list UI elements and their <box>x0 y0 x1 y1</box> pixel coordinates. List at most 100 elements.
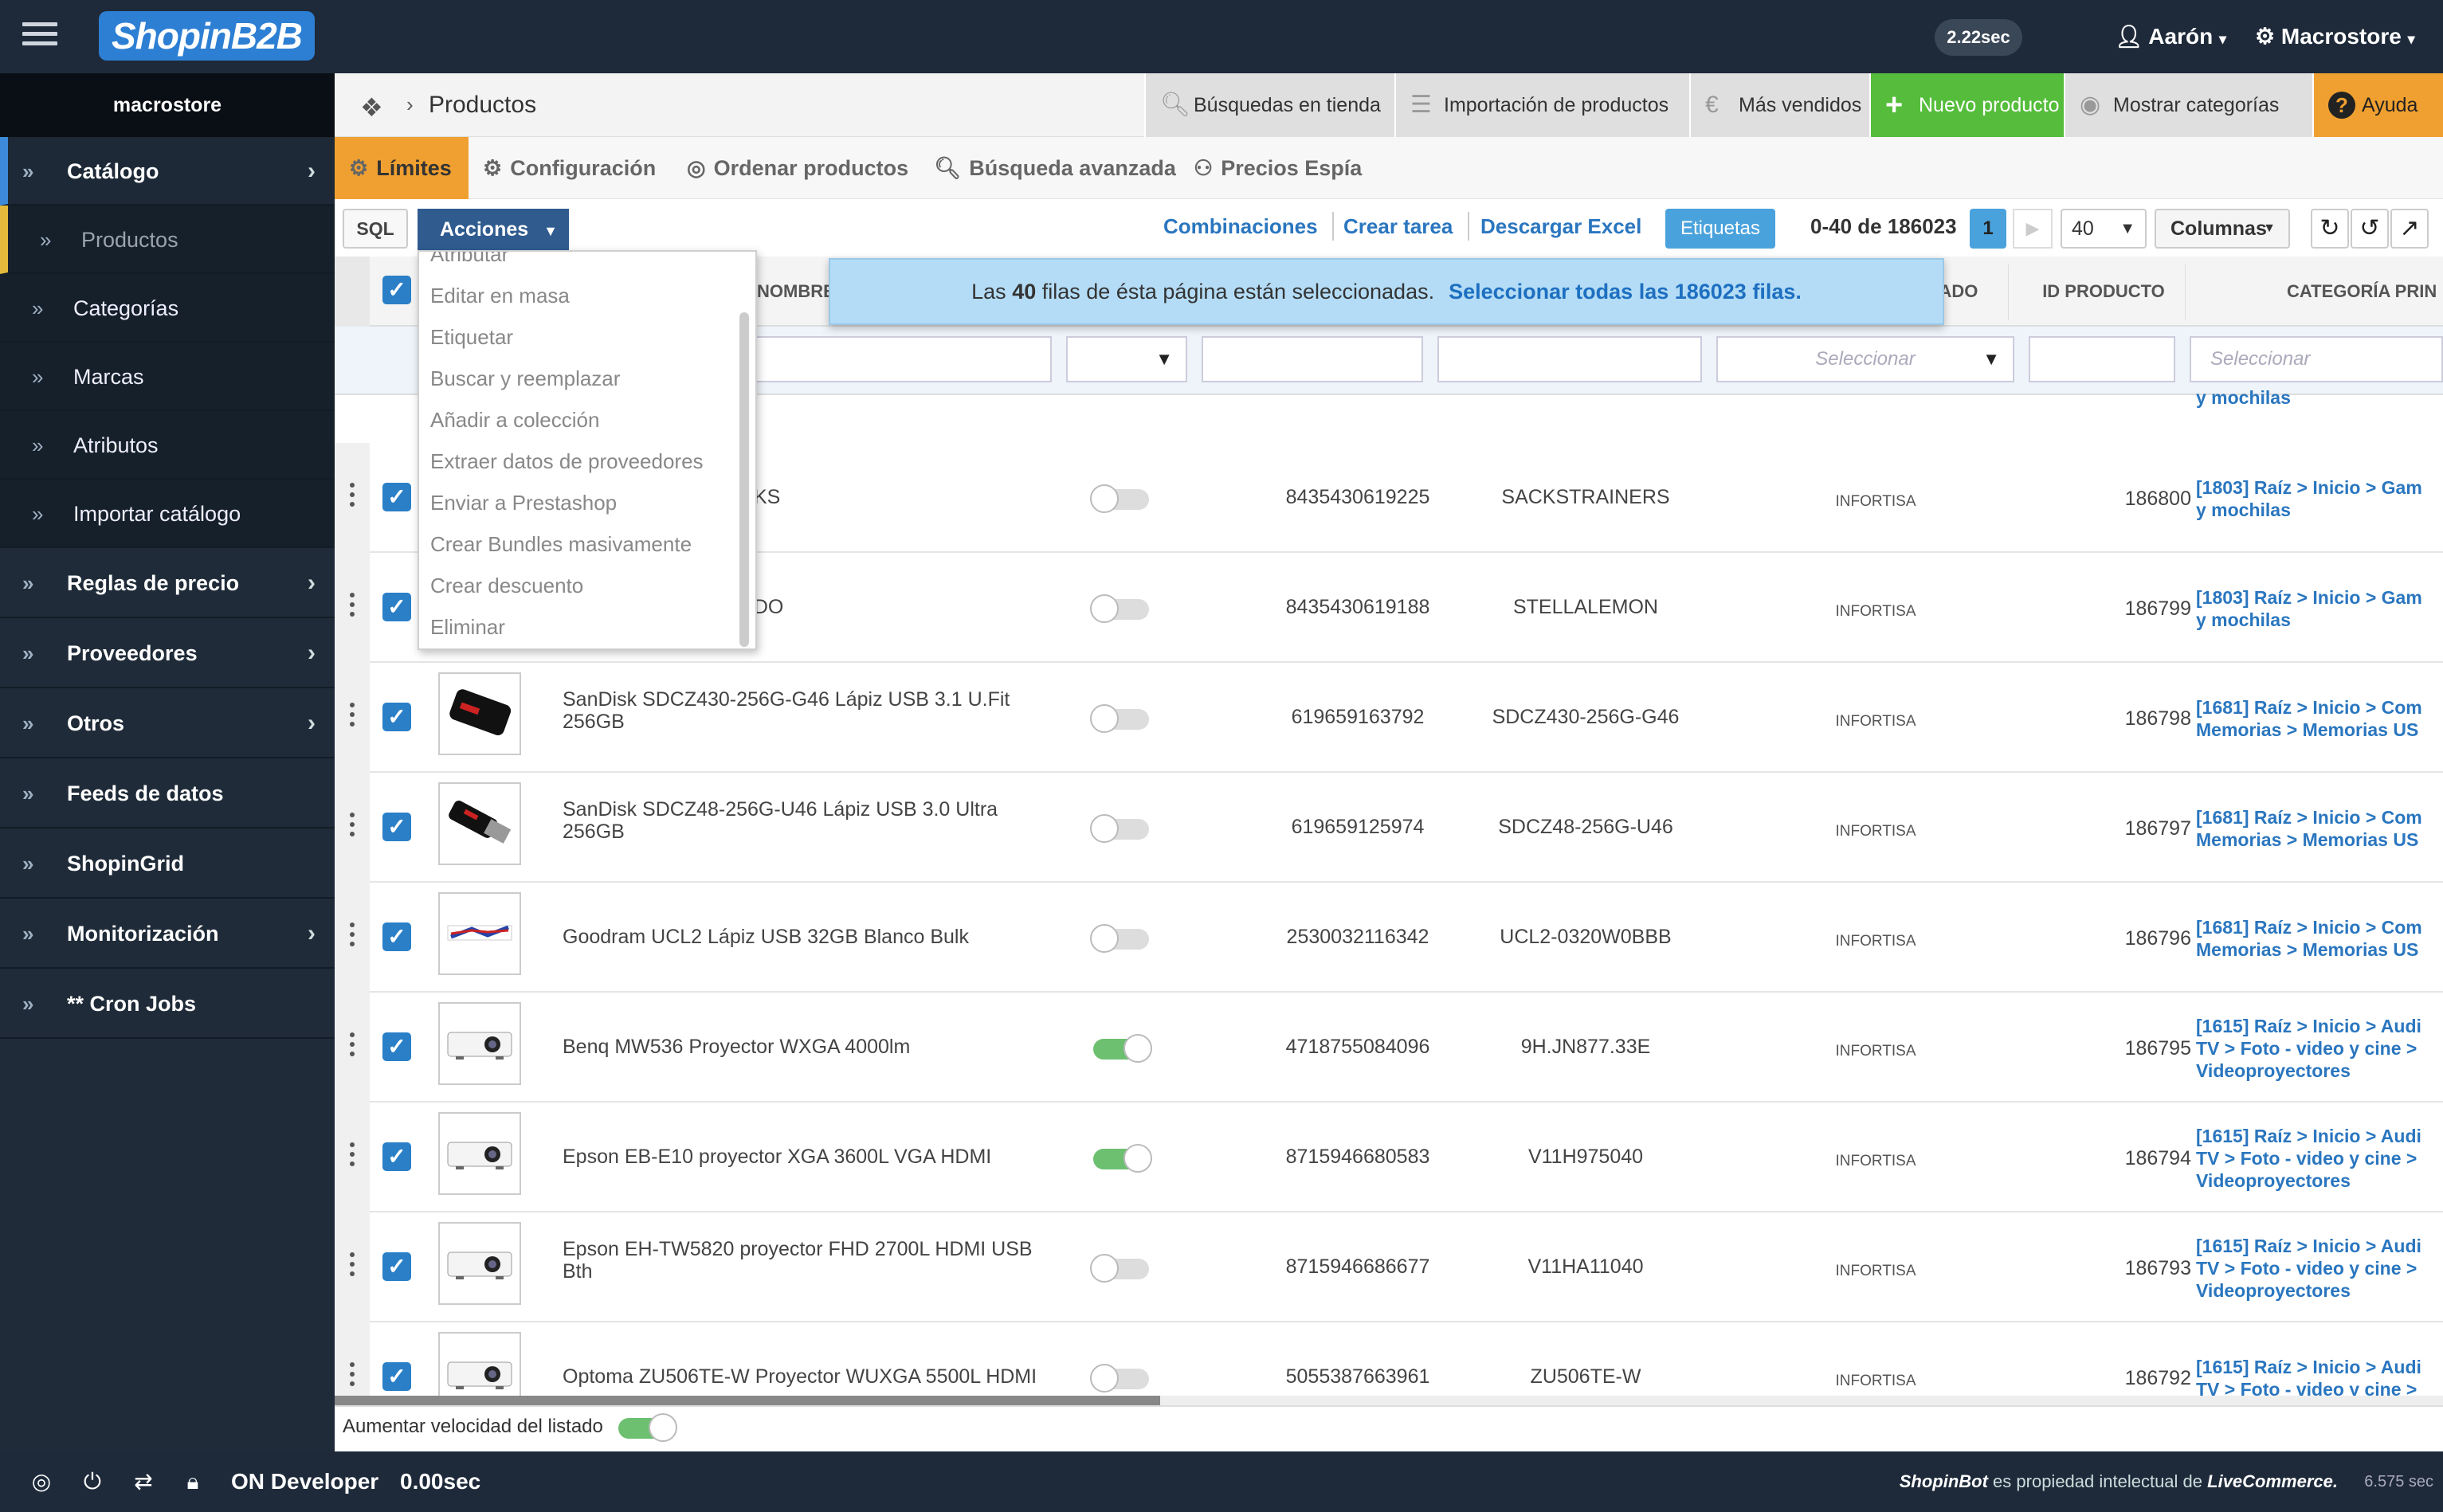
category-link[interactable]: [1615] Raíz > Inicio > Audi TV > Foto - v… <box>2196 1356 2443 1400</box>
sidebar-item[interactable]: » Monitorización › <box>0 899 335 969</box>
drag-handle-icon[interactable] <box>335 663 370 773</box>
app-logo[interactable]: ShopinB2B <box>99 11 315 61</box>
next-page-icon[interactable]: ▶ <box>2013 209 2053 249</box>
mas-vendidos-button[interactable]: € Más vendidos <box>1689 73 1869 137</box>
select-all-rows-link[interactable]: Seleccionar todas las 186023 filas. <box>1449 280 1802 304</box>
row-checkbox[interactable]: ✓ <box>382 922 411 951</box>
dropdown-item[interactable]: Crear descuento <box>430 572 583 599</box>
row-checkbox[interactable]: ✓ <box>382 813 411 841</box>
globe-icon[interactable]: ◎ <box>29 1469 54 1494</box>
sidebar-item[interactable]: » Importar catálogo <box>0 480 335 548</box>
row-checkbox[interactable]: ✓ <box>382 1362 411 1391</box>
columnas-dropdown-button[interactable]: Columnas ▼ <box>2155 209 2290 249</box>
hamburger-menu-icon[interactable] <box>22 22 57 51</box>
user-menu[interactable]: 👤︎ Aarón ▾ <box>2115 19 2226 57</box>
column-header-categoria[interactable]: CATEGORÍA PRIN <box>2287 257 2443 327</box>
drag-handle-icon[interactable] <box>335 1212 370 1322</box>
sidebar-item[interactable]: » Catálogo › <box>0 137 335 206</box>
mostrar-categorias-button[interactable]: ◉ Mostrar categorías <box>2064 73 2312 137</box>
sidebar-item[interactable]: » Reglas de precio › <box>0 548 335 618</box>
exchange-icon[interactable]: ⇄ <box>131 1469 156 1494</box>
table-row[interactable]: ✓ Epson EH-TW5820 proyector FHD 2700L HDM… <box>335 1212 2443 1322</box>
dropdown-item[interactable]: Editar en masa <box>430 282 570 309</box>
category-link[interactable]: [1681] Raíz > Inicio > Com Memorias > Mem… <box>2196 696 2443 741</box>
category-link[interactable]: [1803] Raíz > Inicio > Gam y mochilas <box>2196 476 2443 521</box>
drag-handle-icon[interactable] <box>335 773 370 883</box>
dropdown-item[interactable]: Etiquetar <box>430 323 513 351</box>
row-checkbox[interactable]: ✓ <box>382 593 411 621</box>
tab-configuracion[interactable]: ⚙ Configuración <box>483 137 656 199</box>
combinaciones-link[interactable]: Combinaciones <box>1163 210 1318 242</box>
sql-button[interactable]: SQL <box>343 209 408 249</box>
dropdown-item[interactable]: Buscar y reemplazar <box>430 365 620 392</box>
product-name[interactable]: Epson EH-TW5820 proyector FHD 2700L HDMI… <box>563 1238 1041 1283</box>
active-toggle[interactable] <box>1093 1144 1152 1173</box>
table-row[interactable]: ✓ Benq MW536 Proyector WXGA 4000lm 4718755… <box>335 993 2443 1103</box>
sidebar-item[interactable]: » Feeds de datos <box>0 758 335 828</box>
active-toggle[interactable] <box>1090 1254 1149 1283</box>
tab-busqueda-avanzada[interactable]: 🔍︎ Búsqueda avanzada <box>934 137 1176 199</box>
dropdown-item[interactable]: Crear Bundles masivamente <box>430 531 692 558</box>
tab-precios-espia[interactable]: ⚇ Precios Espía <box>1194 137 1362 199</box>
crear-tarea-link[interactable]: Crear tarea <box>1343 210 1453 242</box>
ayuda-button[interactable]: ? Ayuda <box>2312 73 2443 137</box>
product-name[interactable]: SanDisk SDCZ430-256G-G46 Lápiz USB 3.1 U… <box>563 688 1041 733</box>
category-link[interactable]: [1615] Raíz > Inicio > Audi TV > Foto - v… <box>2196 1125 2443 1192</box>
sidebar-item[interactable]: » Proveedores › <box>0 618 335 688</box>
drag-handle-icon[interactable] <box>335 443 370 553</box>
category-link[interactable]: y mochilas <box>2196 387 2291 408</box>
nombre-filter-input[interactable] <box>752 336 1052 382</box>
product-name[interactable]: Benq MW536 Proyector WXGA 4000lm <box>563 1036 1041 1058</box>
row-checkbox[interactable]: ✓ <box>382 703 411 731</box>
tab-limites[interactable]: ⚙ Límites <box>335 137 469 199</box>
active-toggle[interactable] <box>1090 704 1149 733</box>
page-1-button[interactable]: 1 <box>1970 209 2006 249</box>
category-link[interactable]: [1803] Raíz > Inicio > Gam y mochilas <box>2196 586 2443 631</box>
sidebar-item[interactable]: » ShopinGrid <box>0 828 335 899</box>
store-menu[interactable]: ⚙ Macrostore ▾ <box>2255 19 2415 57</box>
external-link-icon[interactable]: ↗ <box>2390 209 2429 249</box>
speed-toggle[interactable] <box>618 1413 677 1442</box>
referencia-filter-input[interactable] <box>1437 336 1702 382</box>
categoria-filter-select[interactable]: Seleccionar <box>2190 336 2443 382</box>
id-filter-input[interactable] <box>2029 336 2175 382</box>
sidebar-item[interactable]: » Marcas <box>0 343 335 411</box>
power-icon[interactable]: ⏻︎ <box>80 1469 105 1494</box>
row-checkbox[interactable]: ✓ <box>382 1142 411 1171</box>
product-name[interactable]: Epson EB-E10 proyector XGA 3600L VGA HDM… <box>563 1146 1041 1168</box>
table-row[interactable]: ✓ SanDisk SDCZ430-256G-G46 Lápiz USB 3.1 … <box>335 663 2443 773</box>
select-all-checkbox[interactable]: ✓ <box>382 276 411 304</box>
dropdown-item[interactable]: Extraer datos de proveedores <box>430 448 704 475</box>
table-row[interactable]: ✓ SanDisk SDCZ48-256G-U46 Lápiz USB 3.0 U… <box>335 773 2443 883</box>
product-name[interactable]: Goodram UCL2 Lápiz USB 32GB Blanco Bulk <box>563 926 1041 948</box>
active-toggle[interactable] <box>1090 924 1149 953</box>
dropdown-item[interactable]: Atributar <box>430 252 508 268</box>
product-name[interactable]: Optoma ZU506TE-W Proyector WUXGA 5500L H… <box>563 1365 1041 1388</box>
busquedas-tienda-button[interactable]: 🔍︎ Búsquedas en tienda <box>1144 73 1394 137</box>
dropdown-scrollbar[interactable] <box>739 312 749 647</box>
importacion-productos-button[interactable]: ☰ Importación de productos <box>1394 73 1689 137</box>
page-size-select[interactable]: 40 ▼ <box>2061 209 2147 249</box>
drag-handle-icon[interactable] <box>335 993 370 1103</box>
active-toggle[interactable] <box>1090 594 1149 623</box>
marca-filter-select[interactable]: Seleccionar ▼ <box>1716 336 2014 382</box>
tab-ordenar-productos[interactable]: ◎ Ordenar productos <box>687 137 908 199</box>
column-header-id-producto[interactable]: ID PRODUCTO <box>2016 257 2191 327</box>
drag-handle-icon[interactable] <box>335 1103 370 1212</box>
sidebar-item[interactable]: » Categorías <box>0 274 335 343</box>
table-row[interactable]: ✓ Epson EB-E10 proyector XGA 3600L VGA HD… <box>335 1103 2443 1212</box>
active-toggle[interactable] <box>1090 484 1149 513</box>
horizontal-scrollbar-thumb[interactable] <box>335 1396 1160 1405</box>
table-row[interactable]: ✓ Goodram UCL2 Lápiz USB 32GB Blanco Bulk… <box>335 883 2443 993</box>
refresh-icon[interactable]: ↻ <box>2311 209 2349 249</box>
product-name[interactable]: SanDisk SDCZ48-256G-U46 Lápiz USB 3.0 Ul… <box>563 798 1041 843</box>
dropdown-item[interactable]: Eliminar <box>430 613 505 640</box>
activo-filter-select[interactable]: ▼ <box>1066 336 1187 382</box>
descargar-excel-link[interactable]: Descargar Excel <box>1480 210 1641 242</box>
dropdown-item[interactable]: Enviar a Prestashop <box>430 489 617 516</box>
active-toggle[interactable] <box>1090 1364 1149 1393</box>
category-link[interactable]: [1681] Raíz > Inicio > Com Memorias > Mem… <box>2196 916 2443 961</box>
dropdown-item[interactable]: Añadir a colección <box>430 406 599 433</box>
undo-icon[interactable]: ↺ <box>2351 209 2389 249</box>
drag-handle-icon[interactable] <box>335 883 370 993</box>
